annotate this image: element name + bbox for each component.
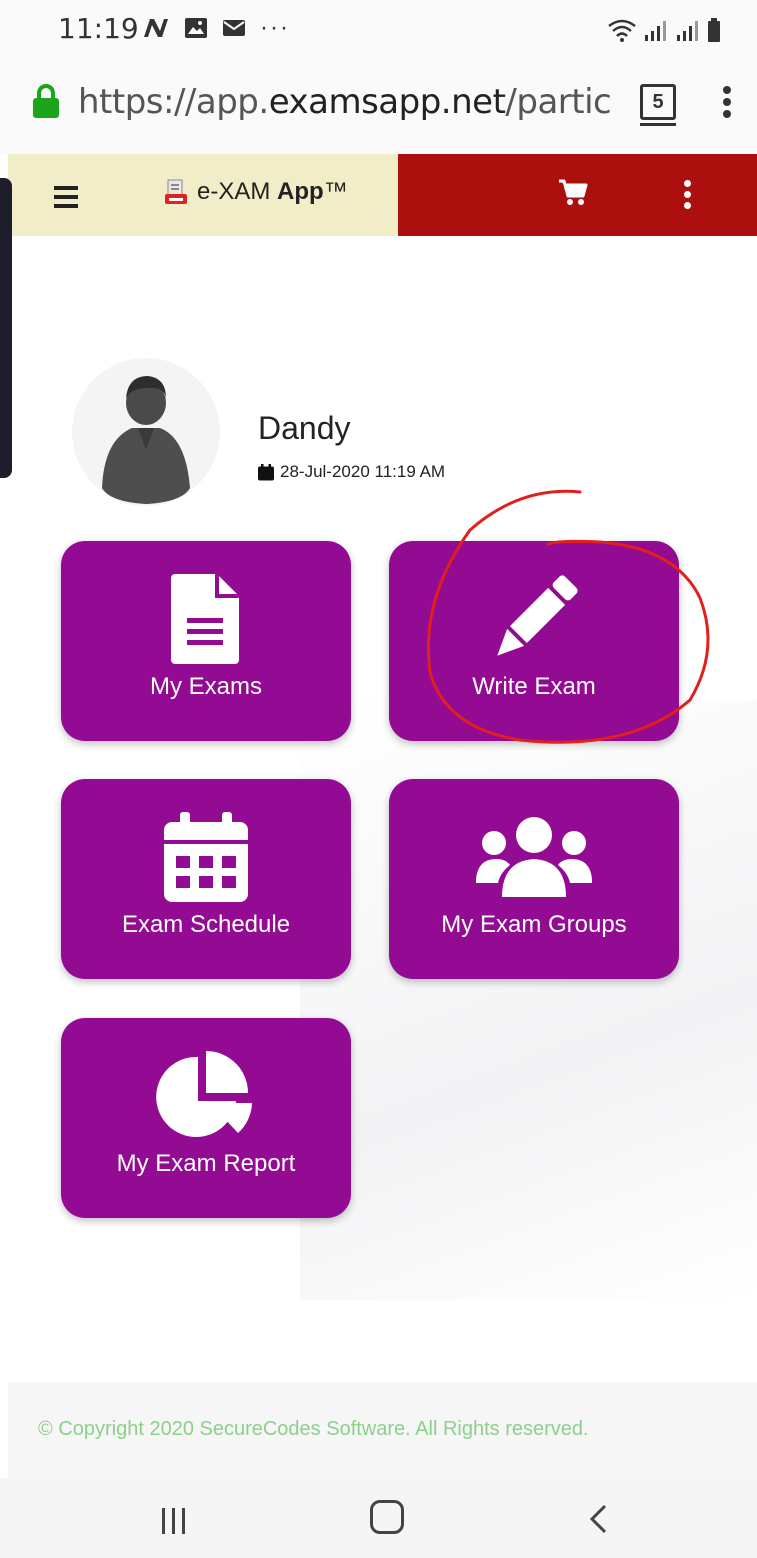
pie-chart-icon [61, 1046, 351, 1146]
status-system-icons [607, 18, 721, 42]
url-domain: examsapp.net [268, 82, 506, 122]
cart-icon[interactable] [558, 178, 588, 206]
my-exams-tile[interactable]: My Exams [61, 541, 351, 741]
system-nav-bar [0, 1478, 757, 1558]
status-notification-icons: ··· [142, 14, 290, 42]
status-time: 11:19 [58, 12, 139, 45]
exam-logo-icon [165, 179, 187, 204]
email-icon [223, 20, 245, 36]
app-brand[interactable]: e-XAM App™ [163, 178, 348, 206]
url-field[interactable]: https://app.examsapp.net/participan [78, 82, 613, 122]
app-menu-button[interactable] [684, 180, 692, 213]
tile-label: Exam Schedule [121, 911, 291, 938]
lock-icon [33, 84, 59, 118]
side-drawer-handle[interactable] [0, 178, 12, 478]
tile-label: My Exam Groups [441, 911, 627, 938]
calendar-icon [61, 807, 351, 907]
url-prefix: https://app. [78, 82, 269, 122]
hamburger-menu-icon[interactable] [54, 186, 78, 213]
copyright-text: © Copyright 2020 SecureCodes Software. A… [38, 1418, 589, 1440]
status-bar: 11:19 ··· [0, 0, 757, 62]
notification-n-icon [144, 19, 168, 37]
browser-menu-button[interactable] [722, 86, 732, 126]
url-path: /participan [505, 82, 613, 122]
tile-label: My Exams [149, 673, 262, 700]
users-icon [389, 807, 679, 907]
login-datetime: 28-Jul-2020 11:19 AM [258, 462, 445, 482]
tile-label: Write Exam [472, 673, 596, 700]
browser-url-bar: https://app.examsapp.net/participan 5 [0, 62, 757, 154]
signal-icon [645, 21, 666, 41]
app-header-actions [398, 154, 757, 236]
page-footer: © Copyright 2020 SecureCodes Software. A… [8, 1382, 757, 1478]
my-exam-report-tile[interactable]: My Exam Report [61, 1018, 351, 1218]
back-icon[interactable] [588, 1504, 608, 1534]
datetime-text: 28-Jul-2020 11:19 AM [280, 462, 446, 481]
app-header: e-XAM App™ [8, 154, 757, 236]
app-title: e-XAM App™ [197, 178, 348, 205]
user-silhouette-icon [102, 376, 190, 504]
calendar-small-icon [258, 463, 274, 480]
wifi-icon [608, 19, 636, 42]
avatar [72, 358, 220, 506]
recent-apps-icon[interactable] [160, 1508, 188, 1534]
home-button-icon[interactable] [370, 1500, 404, 1534]
pen-icon [389, 569, 679, 669]
write-exam-tile[interactable]: Write Exam [389, 541, 679, 741]
document-icon [61, 569, 351, 669]
app-header-brand-area: e-XAM App™ [8, 154, 398, 236]
signal-icon-2 [677, 21, 698, 41]
battery-icon [708, 18, 720, 42]
user-name: Dandy [258, 410, 351, 446]
more-notifications-icon: ··· [260, 14, 290, 41]
exam-schedule-tile[interactable]: Exam Schedule [61, 779, 351, 979]
my-exam-groups-tile[interactable]: My Exam Groups [389, 779, 679, 979]
tile-label: My Exam Report [116, 1150, 296, 1177]
gallery-icon [185, 18, 207, 38]
tab-switcher-button[interactable]: 5 [640, 84, 676, 126]
